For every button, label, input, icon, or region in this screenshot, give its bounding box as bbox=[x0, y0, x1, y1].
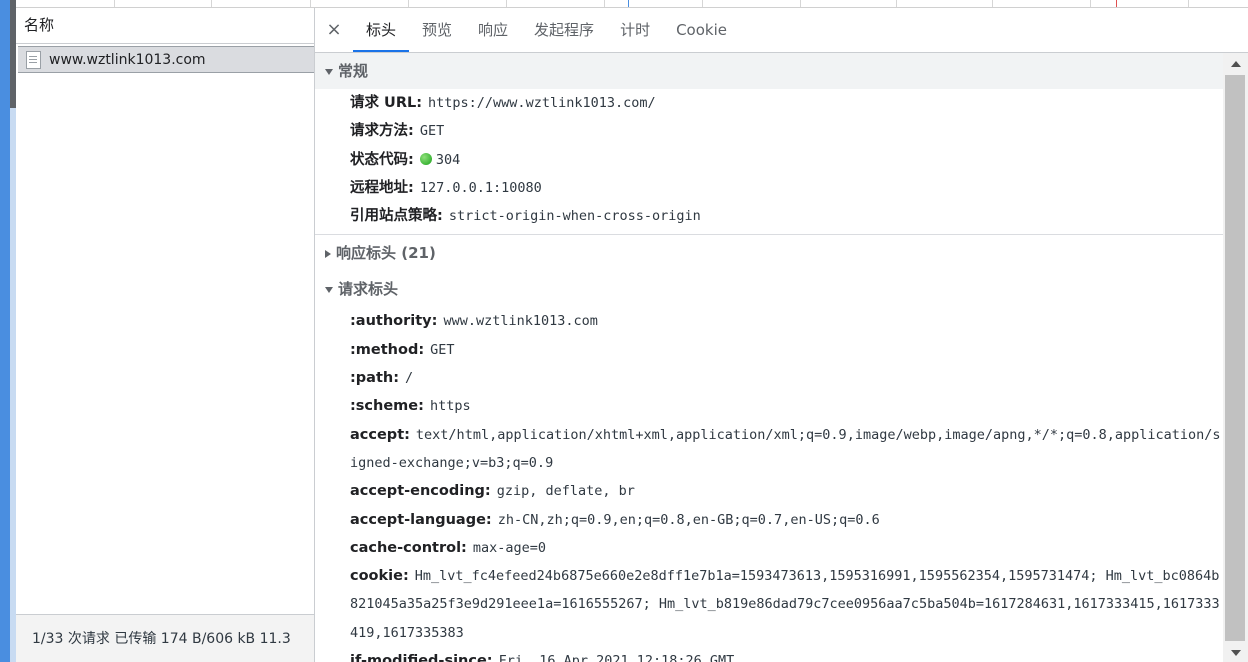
header-key: accept-encoding: bbox=[350, 483, 491, 500]
header-value: Hm_lvt_fc4efeed24b6875e660e2e8dff1e7b1a=… bbox=[350, 568, 1220, 641]
request-list-panel: 名称 www.wztlink1013.com 1/33 次请求 已传输 174 … bbox=[16, 8, 315, 662]
request-header-row: :method: GET bbox=[315, 336, 1223, 364]
summary-status-bar: 1/33 次请求 已传输 174 B/606 kB 11.3 bbox=[16, 614, 314, 662]
request-headers-title: 请求标头 bbox=[338, 280, 399, 299]
header-value: Fri, 16 Apr 2021 12:18:26 GMT bbox=[498, 653, 735, 662]
header-value: 304 bbox=[435, 151, 461, 168]
header-key: 状态代码: bbox=[350, 151, 414, 168]
header-key: :authority: bbox=[350, 313, 438, 330]
header-key: 远程地址: bbox=[350, 179, 414, 196]
request-header-row: cookie: Hm_lvt_fc4efeed24b6875e660e2e8dff… bbox=[315, 562, 1223, 647]
header-value: https bbox=[429, 398, 471, 415]
header-value: strict-origin-when-cross-origin bbox=[448, 208, 701, 225]
header-key: :method: bbox=[350, 341, 425, 358]
header-key: 请求方法: bbox=[350, 123, 414, 140]
header-key: if-modified-since: bbox=[350, 653, 493, 662]
status-ok-icon bbox=[419, 152, 432, 165]
general-row: 远程地址: 127.0.0.1:10080 bbox=[315, 174, 1223, 202]
header-value: https://www.wztlink1013.com/ bbox=[428, 95, 656, 111]
detail-tabbar: × 标头 预览 响应 发起程序 计时 Cookie bbox=[315, 8, 1248, 53]
response-headers-title: 响应标头 (21) bbox=[336, 244, 436, 263]
header-key: 请求 URL: bbox=[350, 95, 423, 111]
close-icon[interactable]: × bbox=[315, 8, 353, 52]
header-key: :scheme: bbox=[350, 398, 424, 415]
header-value: GET bbox=[419, 123, 445, 140]
scrollbar-thumb[interactable] bbox=[1225, 75, 1245, 641]
scroll-up-arrow-icon[interactable] bbox=[1231, 61, 1241, 67]
scroll-down-arrow-icon[interactable] bbox=[1231, 650, 1241, 656]
general-section-title: 常规 bbox=[338, 62, 369, 80]
request-header-row: cache-control: max-age=0 bbox=[315, 534, 1223, 562]
header-value: text/html,application/xhtml+xml,applicat… bbox=[350, 426, 1221, 471]
tab-preview[interactable]: 预览 bbox=[409, 8, 465, 52]
header-key: 引用站点策略: bbox=[350, 208, 443, 225]
overview-timeline[interactable] bbox=[16, 0, 1248, 8]
header-value: zh-CN,zh;q=0.9,en;q=0.8,en-GB;q=0.7,en-U… bbox=[497, 511, 880, 528]
header-value: max-age=0 bbox=[472, 539, 546, 556]
header-value: www.wztlink1013.com bbox=[443, 313, 598, 330]
name-column-header[interactable]: 名称 bbox=[16, 8, 314, 44]
header-value: / bbox=[405, 370, 414, 387]
request-header-row: if-modified-since: Fri, 16 Apr 2021 12:18… bbox=[315, 647, 1223, 662]
window-edge bbox=[0, 0, 10, 662]
header-value: 127.0.0.1:10080 bbox=[419, 179, 542, 196]
tab-response[interactable]: 响应 bbox=[465, 8, 521, 52]
expand-down-icon bbox=[325, 68, 333, 75]
request-row[interactable]: www.wztlink1013.com bbox=[18, 46, 314, 73]
expand-down-icon bbox=[325, 286, 333, 293]
header-value: GET bbox=[430, 341, 455, 358]
expand-right-icon bbox=[325, 249, 331, 258]
tab-initiator[interactable]: 发起程序 bbox=[521, 8, 607, 52]
header-key: cache-control: bbox=[350, 539, 467, 556]
general-row: 请求 URL: https://www.wztlink1013.com/ bbox=[315, 89, 1223, 117]
request-detail-panel: × 标头 预览 响应 发起程序 计时 Cookie 常规 请求 URL: http… bbox=[315, 8, 1248, 662]
response-headers-section-header[interactable]: 响应标头 (21) bbox=[315, 235, 1223, 272]
request-header-row: :authority: www.wztlink1013.com bbox=[315, 307, 1223, 335]
general-row: 状态代码: 304 bbox=[315, 146, 1223, 174]
header-key: cookie: bbox=[350, 568, 409, 585]
request-header-row: :path: / bbox=[315, 364, 1223, 392]
vertical-scrollbar[interactable] bbox=[1223, 53, 1248, 662]
header-key: accept: bbox=[350, 426, 410, 443]
header-key: accept-language: bbox=[350, 511, 492, 528]
request-headers-section-header[interactable]: 请求标头 bbox=[315, 271, 1223, 308]
general-row: 引用站点策略: strict-origin-when-cross-origin bbox=[315, 202, 1223, 230]
headers-content: 常规 请求 URL: https://www.wztlink1013.com/ 请… bbox=[315, 53, 1223, 662]
tab-cookies[interactable]: Cookie bbox=[663, 8, 740, 52]
request-name: www.wztlink1013.com bbox=[49, 51, 206, 68]
header-key: :path: bbox=[350, 370, 400, 387]
general-section-header[interactable]: 常规 bbox=[315, 53, 1223, 89]
request-header-row: accept: text/html,application/xhtml+xml,a… bbox=[315, 421, 1223, 478]
general-row: 请求方法: GET bbox=[315, 117, 1223, 145]
document-icon bbox=[26, 50, 41, 69]
tab-timing[interactable]: 计时 bbox=[607, 8, 663, 52]
request-header-row: :scheme: https bbox=[315, 392, 1223, 420]
request-header-row: accept-language: zh-CN,zh;q=0.9,en;q=0.8,… bbox=[315, 506, 1223, 534]
tab-headers[interactable]: 标头 bbox=[353, 8, 410, 52]
request-header-row: accept-encoding: gzip, deflate, br bbox=[315, 477, 1223, 505]
header-value: gzip, deflate, br bbox=[496, 483, 635, 500]
